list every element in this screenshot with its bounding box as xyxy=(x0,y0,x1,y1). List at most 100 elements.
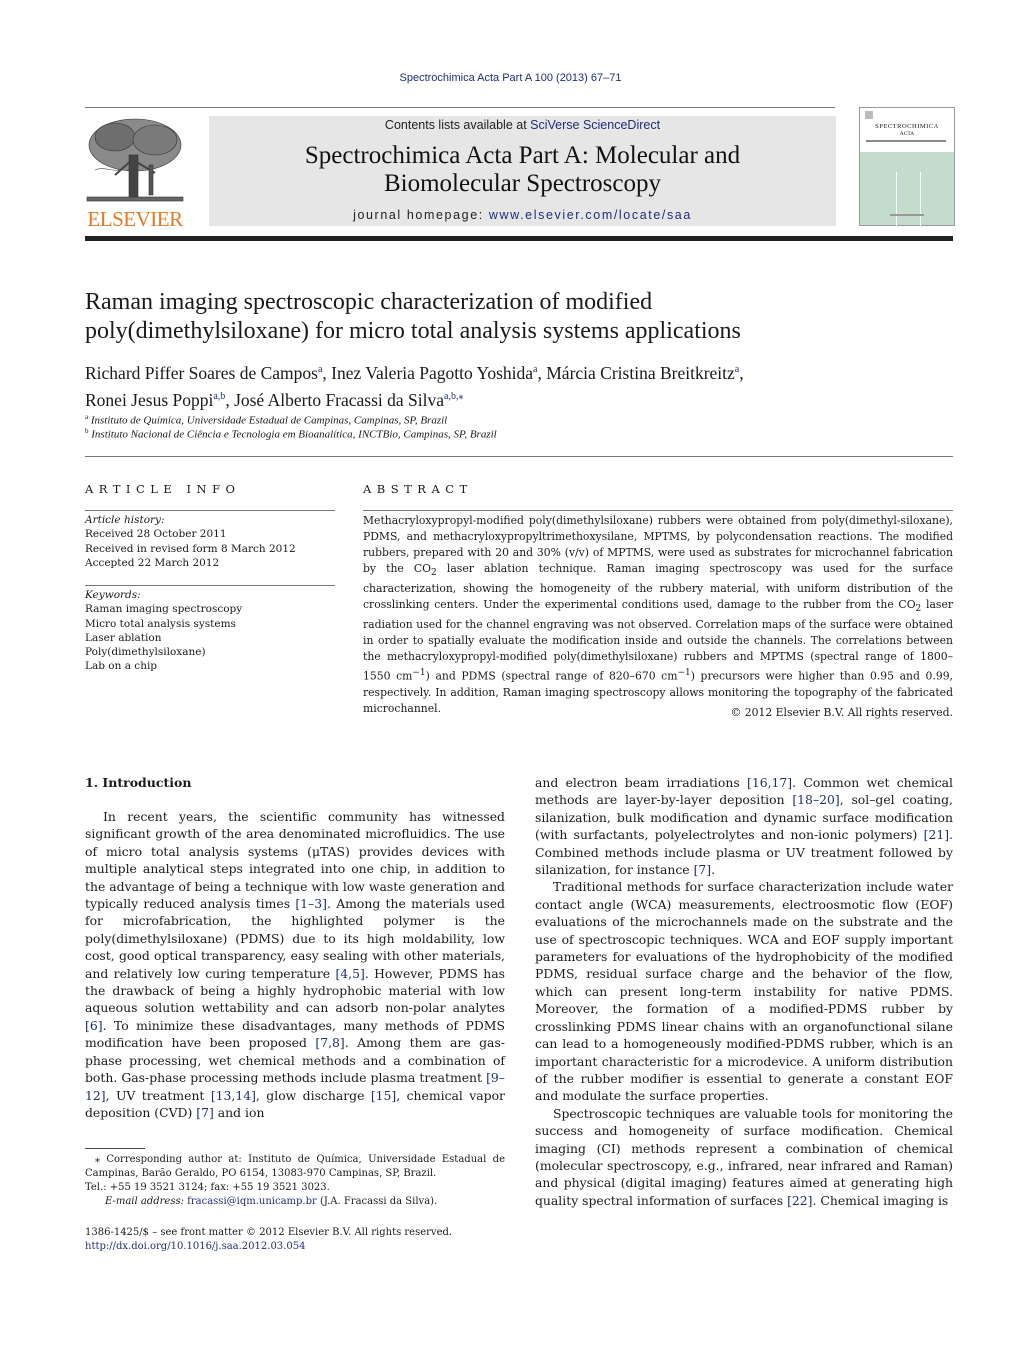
abstract-rule xyxy=(363,510,953,511)
journal-header-band: Contents lists available at SciVerse Sci… xyxy=(209,116,836,226)
journal-title-line2: Biomolecular Spectroscopy xyxy=(383,170,661,197)
corresponding-author-note: ⁎ Corresponding author at: Instituto de … xyxy=(85,1154,505,1179)
phone-fax: Tel.: +55 19 3521 3124; fax: +55 19 3521… xyxy=(85,1182,330,1193)
citation-link[interactable]: [15] xyxy=(371,1088,396,1103)
keyword-item: Poly(dimethylsiloxane) xyxy=(85,646,206,659)
author-name[interactable]: José Alberto Fracassi da Silva xyxy=(234,390,444,410)
text: . xyxy=(711,862,716,878)
email-line: E-mail address: fracassi@iqm.unicamp.br … xyxy=(85,1195,505,1209)
doi-link[interactable]: http://dx.doi.org/10.1016/j.saa.2012.03.… xyxy=(85,1240,525,1254)
contents-prefix: Contents lists available at xyxy=(384,118,531,132)
email-link[interactable]: fracassi@iqm.unicamp.br xyxy=(187,1196,317,1207)
journal-title: Spectrochimica Acta Part A: Molecular an… xyxy=(209,142,836,198)
left-column: In recent years, the scientific communit… xyxy=(85,808,505,1121)
author-line-1: Richard Piffer Soares de Camposa, Inez V… xyxy=(85,358,945,385)
header-top-rule xyxy=(85,107,835,108)
cover-footer-text xyxy=(890,214,924,216)
intro-paragraph: Traditional methods for surface characte… xyxy=(535,879,953,1104)
section-heading-introduction: 1. Introduction xyxy=(85,775,192,790)
citation-link[interactable]: [16,17] xyxy=(747,775,792,790)
homepage-link[interactable]: www.elsevier.com/locate/saa xyxy=(489,208,692,222)
intro-paragraph: and electron beam irradiations [16,17]. … xyxy=(535,774,953,878)
author-name[interactable]: Ronei Jesus Poppi xyxy=(85,390,213,410)
keyword-item: Lab on a chip xyxy=(85,660,158,673)
superscript: −1 xyxy=(412,668,426,679)
cover-emblem-icon xyxy=(865,111,873,119)
citation-link[interactable]: [7] xyxy=(694,862,712,877)
elsevier-wordmark: ELSEVIER xyxy=(87,207,183,231)
text: , UV treatment xyxy=(105,1087,211,1103)
citation-link[interactable]: [7,8] xyxy=(315,1035,344,1050)
citation-link[interactable]: [4,5] xyxy=(335,966,364,981)
citation-link[interactable]: [18–20] xyxy=(792,792,839,807)
footnotes: ⁎ Corresponding author at: Instituto de … xyxy=(85,1153,505,1209)
article-title-line1: Raman imaging spectroscopic characteriza… xyxy=(85,289,653,315)
section-rule xyxy=(85,456,953,457)
author-sep: , xyxy=(322,362,332,383)
affiliation-a: a Instituto de Química, Universidade Est… xyxy=(85,413,447,427)
citation-link[interactable]: [22] xyxy=(787,1193,812,1208)
cover-top: SPECTROCHIMICA ACTA xyxy=(860,108,954,152)
keyword-item: Raman imaging spectroscopy xyxy=(85,603,243,616)
footnote-rule xyxy=(85,1148,145,1149)
author-name[interactable]: Inez Valeria Pagotto Yoshida xyxy=(331,363,533,383)
keyword-item: Laser ablation xyxy=(85,631,162,644)
elsevier-logo[interactable]: ELSEVIER xyxy=(85,115,185,231)
contents-line: Contents lists available at SciVerse Sci… xyxy=(209,118,836,132)
abstract-part: laser ablation technique. Raman imaging … xyxy=(363,562,954,612)
journal-title-line1: Spectrochimica Acta Part A: Molecular an… xyxy=(304,142,741,169)
right-column: and electron beam irradiations [16,17] . … xyxy=(535,774,953,1209)
history-received: Received 28 October 2011 xyxy=(85,528,227,541)
author-line-2: Ronei Jesus Poppia,b, José Alberto Fraca… xyxy=(85,385,945,412)
article-title: Raman imaging spectroscopic characteriza… xyxy=(85,288,945,346)
cover-subtitle: ACTA xyxy=(899,131,915,137)
superscript: −1 xyxy=(677,668,691,679)
journal-homepage: journal homepage: www.elsevier.com/locat… xyxy=(209,208,836,222)
text: . Chemical imaging is xyxy=(812,1192,949,1208)
email-name: (J.A. Fracassi da Silva). xyxy=(316,1196,438,1207)
affiliation-mark: a xyxy=(85,413,89,421)
affiliation-b: b Instituto Nacional de Ciência e Tecnol… xyxy=(85,427,497,441)
text: , glow discharge xyxy=(255,1087,371,1103)
text: and ion xyxy=(213,1104,265,1120)
abstract-text: Methacryloxypropyl-modified poly(dimethy… xyxy=(363,513,953,717)
abstract-part: ) and PDMS (spectral range of 820–670 cm xyxy=(425,669,678,683)
sciencedirect-link[interactable]: SciVerse ScienceDirect xyxy=(530,118,660,132)
author-name[interactable]: Richard Piffer Soares de Campos xyxy=(85,363,318,383)
author-list: Richard Piffer Soares de Camposa, Inez V… xyxy=(85,358,945,412)
cover-stripe xyxy=(920,172,921,236)
article-history-label: Article history: xyxy=(85,514,165,526)
running-head[interactable]: Spectrochimica Acta Part A 100 (2013) 67… xyxy=(0,72,1021,84)
abstract-copyright: © 2012 Elsevier B.V. All rights reserved… xyxy=(730,706,953,719)
affiliation-text: Instituto de Química, Universidade Estad… xyxy=(90,414,448,427)
author-affil-mark[interactable]: a,b xyxy=(213,391,225,402)
author-sep: , xyxy=(225,389,235,410)
homepage-prefix: journal homepage: xyxy=(353,208,489,222)
affiliation-mark: b xyxy=(85,427,89,435)
article-info-heading: ARTICLE INFO xyxy=(85,482,241,496)
cover-stripe xyxy=(896,172,897,236)
citation-link[interactable]: [7] xyxy=(196,1105,214,1120)
journal-cover-thumbnail[interactable]: SPECTROCHIMICA ACTA xyxy=(859,107,955,236)
citation-link[interactable]: [13,14] xyxy=(211,1088,256,1103)
author-sep: , xyxy=(537,362,547,383)
history-accepted: Accepted 22 March 2012 xyxy=(85,556,220,569)
abstract-heading: ABSTRACT xyxy=(363,482,473,496)
author-affil-mark[interactable]: a,b,⁎ xyxy=(444,391,463,402)
article-history: Article history: Received 28 October 201… xyxy=(85,513,335,570)
text: and electron beam irradiations xyxy=(535,775,747,790)
email-label: E-mail address: xyxy=(105,1196,188,1207)
keywords: Keywords: Raman imaging spectroscopy Mic… xyxy=(85,588,335,674)
author-sep: , xyxy=(739,362,744,383)
keywords-label: Keywords: xyxy=(85,589,141,601)
intro-paragraph: In recent years, the scientific communit… xyxy=(85,808,505,1121)
keyword-item: Micro total analysis systems xyxy=(85,617,236,630)
header-thick-rule xyxy=(85,236,953,241)
affiliation-text: Instituto Nacional de Ciência e Tecnolog… xyxy=(91,428,497,441)
citation-link[interactable]: [21] xyxy=(924,827,949,842)
cover-title: SPECTROCHIMICA xyxy=(875,123,939,130)
elsevier-tree-icon xyxy=(86,118,184,202)
author-name[interactable]: Márcia Cristina Breitkreitz xyxy=(546,363,735,383)
citation-link[interactable]: [1–3] xyxy=(295,896,327,911)
citation-link[interactable]: [6] xyxy=(85,1018,103,1033)
